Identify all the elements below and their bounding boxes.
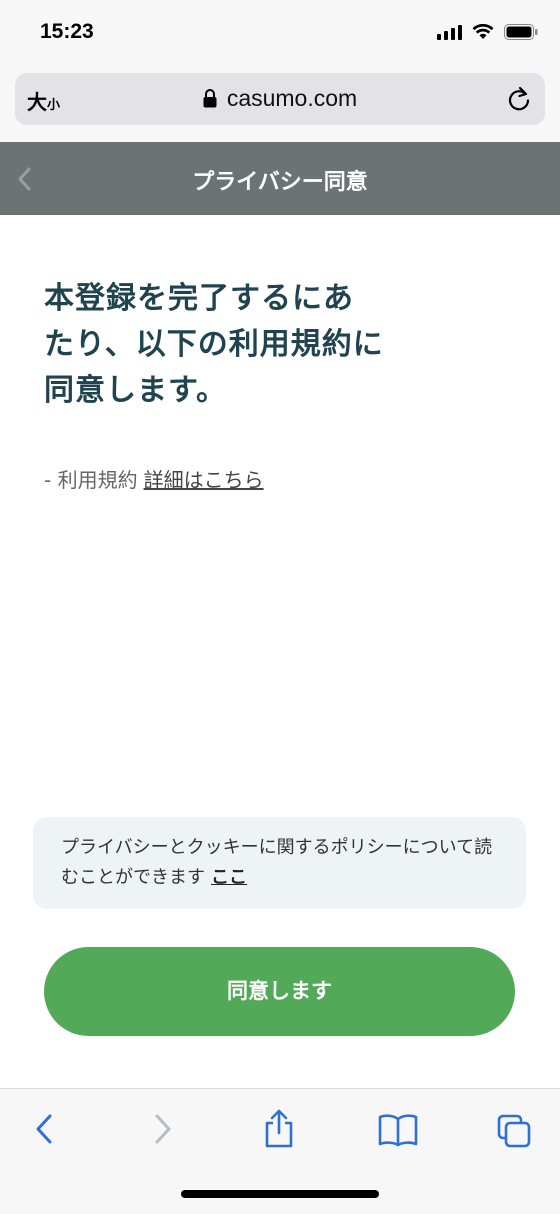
address-bar[interactable]: 大小 casumo.com <box>15 73 545 125</box>
bookmarks-icon[interactable] <box>378 1113 418 1151</box>
browser-address-region: 大小 casumo.com <box>0 68 560 142</box>
tabs-icon[interactable] <box>496 1113 532 1153</box>
url-display[interactable]: casumo.com <box>15 85 545 114</box>
terms-details-link[interactable]: 詳細はこちら <box>144 468 264 492</box>
cellular-signal-icon <box>437 24 462 40</box>
wifi-icon <box>472 24 494 40</box>
url-text: casumo.com <box>226 85 358 111</box>
agree-button[interactable]: 同意します <box>44 947 515 1036</box>
status-icons <box>437 24 538 40</box>
back-arrow-icon[interactable] <box>32 1111 56 1151</box>
home-indicator <box>181 1190 379 1198</box>
status-time: 15:23 <box>40 20 94 43</box>
page-header: プライバシー同意 <box>0 142 560 215</box>
share-icon[interactable] <box>262 1109 296 1153</box>
page-title: プライバシー同意 <box>192 170 368 195</box>
forward-arrow-icon[interactable] <box>151 1111 175 1151</box>
reload-icon[interactable] <box>507 86 531 116</box>
terms-prefix: - 利用規約 <box>44 468 138 492</box>
battery-icon <box>504 24 538 40</box>
terms-line: - 利用規約 詳細はこちら <box>44 464 264 493</box>
consent-heading: 本登録を完了するにあたり、以下の利用規約に同意します。 <box>44 281 384 408</box>
privacy-notice-message: プライバシーとクッキーに関するポリシーについて読むことができます <box>61 837 493 888</box>
privacy-notice-box: プライバシーとクッキーに関するポリシーについて読むことができます ここ <box>33 817 526 909</box>
privacy-policy-link[interactable]: ここ <box>211 867 247 888</box>
lock-icon <box>203 87 217 114</box>
status-bar: 15:23 <box>0 0 560 68</box>
privacy-notice-text: プライバシーとクッキーに関するポリシーについて読むことができます ここ <box>61 833 507 893</box>
